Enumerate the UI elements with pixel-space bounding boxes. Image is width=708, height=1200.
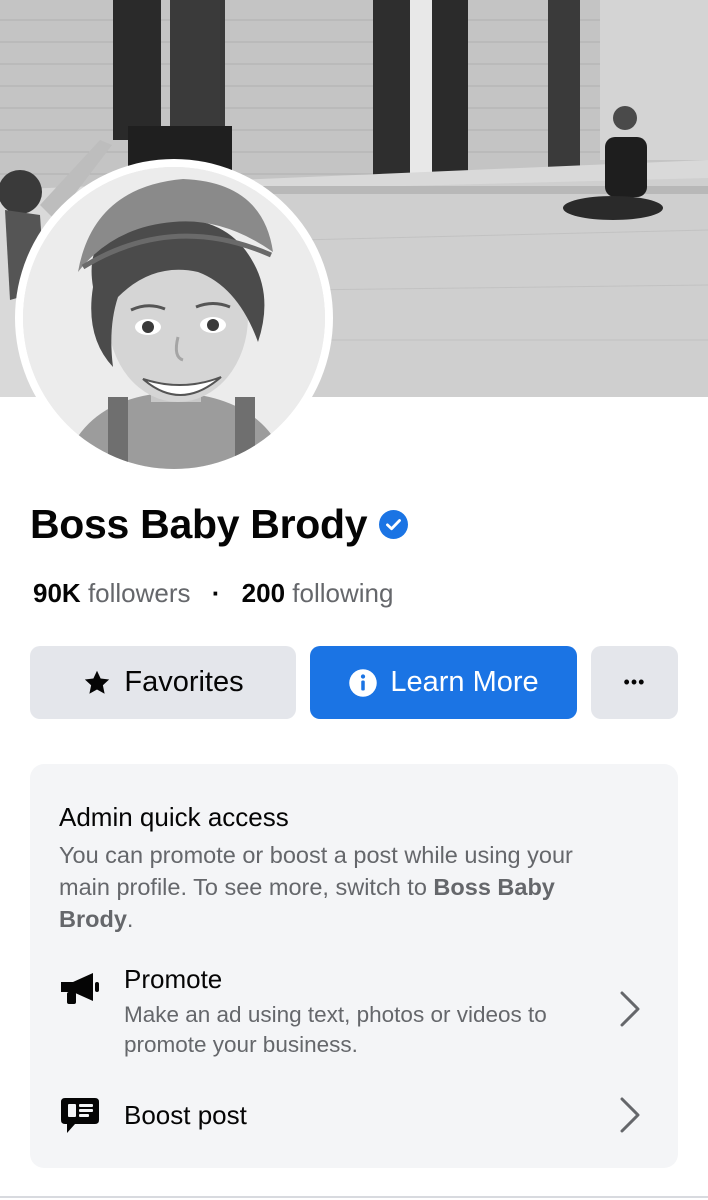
section-divider bbox=[0, 1196, 708, 1198]
admin-quick-access-card: Admin quick access You can promote or bo… bbox=[30, 764, 678, 1168]
followers-label: followers bbox=[87, 578, 191, 608]
avatar-art bbox=[23, 167, 325, 469]
favorites-button[interactable]: Favorites bbox=[30, 646, 296, 719]
info-icon bbox=[348, 668, 378, 698]
following-label: following bbox=[292, 578, 394, 608]
following-link[interactable]: 200 following bbox=[242, 578, 394, 608]
megaphone-icon bbox=[61, 973, 99, 1004]
avatar-photo bbox=[23, 167, 325, 469]
promote-label: Promote bbox=[124, 964, 223, 994]
followers-link[interactable]: 90K followers bbox=[33, 578, 191, 608]
card-title: Admin quick access bbox=[59, 802, 289, 832]
profile-name-row: Boss Baby Brody bbox=[30, 501, 409, 548]
following-count: 200 bbox=[241, 578, 286, 608]
boost-post-row[interactable]: Boost post bbox=[30, 1086, 678, 1146]
more-dots-icon: ••• bbox=[623, 672, 646, 692]
card-description-end: . bbox=[126, 906, 134, 932]
more-options-button[interactable]: ••• bbox=[591, 646, 678, 719]
profile-picture[interactable] bbox=[15, 159, 333, 477]
learn-more-button[interactable]: Learn More bbox=[310, 646, 577, 719]
verified-badge-icon[interactable] bbox=[379, 510, 409, 539]
chevron-right-icon bbox=[620, 1097, 640, 1133]
profile-stats: 90K followers · 200 following bbox=[33, 578, 393, 609]
profile-name: Boss Baby Brody bbox=[30, 501, 368, 547]
star-icon bbox=[82, 668, 112, 698]
learn-more-label: Learn More bbox=[390, 666, 539, 698]
favorites-label: Favorites bbox=[124, 666, 244, 698]
chevron-right-icon bbox=[620, 991, 640, 1027]
promote-subtitle: Make an ad using text, photos or videos … bbox=[124, 1002, 547, 1057]
card-description: You can promote or boost a post while us… bbox=[59, 839, 619, 935]
boost-post-icon bbox=[61, 1098, 99, 1133]
boost-post-label: Boost post bbox=[124, 1100, 247, 1130]
promote-row[interactable]: Promote Make an ad using text, photos or… bbox=[30, 960, 678, 1070]
followers-count: 90K bbox=[33, 578, 81, 608]
stats-separator: · bbox=[211, 578, 221, 608]
